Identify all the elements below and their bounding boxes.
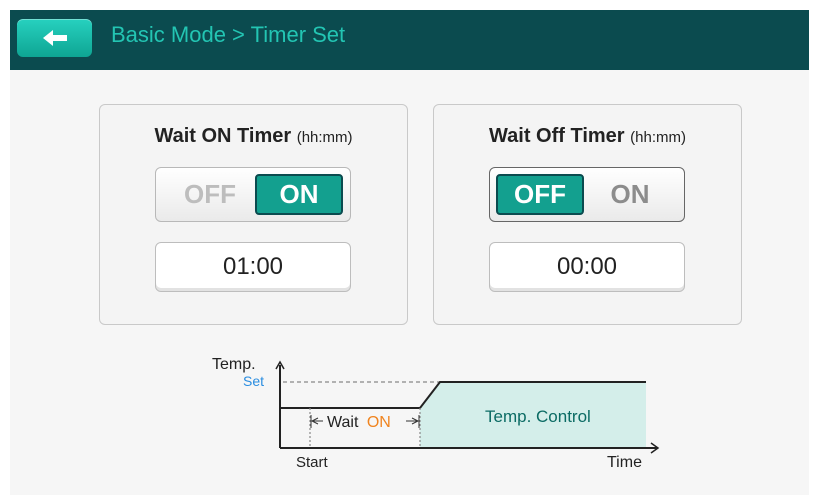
- back-button[interactable]: [17, 19, 92, 57]
- temp-control-label: Temp. Control: [485, 407, 591, 426]
- on-label: ON: [367, 414, 391, 431]
- wait-on-label: Wait ON: [327, 414, 391, 431]
- wait-off-timer-off-option[interactable]: OFF: [496, 174, 584, 215]
- wait-off-timer-label: Wait Off Timer: [489, 125, 625, 147]
- wait-off-timer-title: Wait Off Timer (hh:mm): [434, 125, 741, 148]
- wait-on-timer-unit: (hh:mm): [296, 129, 353, 146]
- wait-off-timer-panel: Wait Off Timer (hh:mm) OFF ON 00:00: [433, 104, 742, 325]
- y-axis-label: Temp.: [212, 356, 256, 373]
- wait-on-timer-on-option[interactable]: ON: [255, 174, 343, 215]
- wait-off-timer-toggle[interactable]: OFF ON: [489, 167, 685, 222]
- wait-on-timer-label: Wait ON Timer: [154, 125, 292, 147]
- wait-on-timer-off-option[interactable]: OFF: [166, 174, 254, 215]
- wait-on-timer-diagram: Temp. Set Wait ON Temp. Control Start Ti…: [212, 356, 660, 471]
- wait-on-timer-panel: Wait ON Timer (hh:mm) OFF ON 01:00: [99, 104, 408, 325]
- wait-on-time-field[interactable]: 01:00: [155, 242, 351, 292]
- wait-off-timer-unit: (hh:mm): [630, 129, 686, 146]
- x-axis-label: Time: [607, 454, 642, 471]
- wait-off-time-field[interactable]: 00:00: [489, 242, 685, 292]
- wait-on-timer-title: Wait ON Timer (hh:mm): [100, 125, 407, 148]
- wait-off-timer-on-option[interactable]: ON: [586, 174, 674, 215]
- set-label: Set: [243, 373, 264, 389]
- page-title: Basic Mode > Timer Set: [111, 22, 346, 47]
- wait-on-timer-toggle[interactable]: OFF ON: [155, 167, 351, 222]
- wait-label: Wait: [327, 414, 359, 431]
- back-arrow-icon: [42, 30, 67, 46]
- start-label: Start: [296, 454, 329, 471]
